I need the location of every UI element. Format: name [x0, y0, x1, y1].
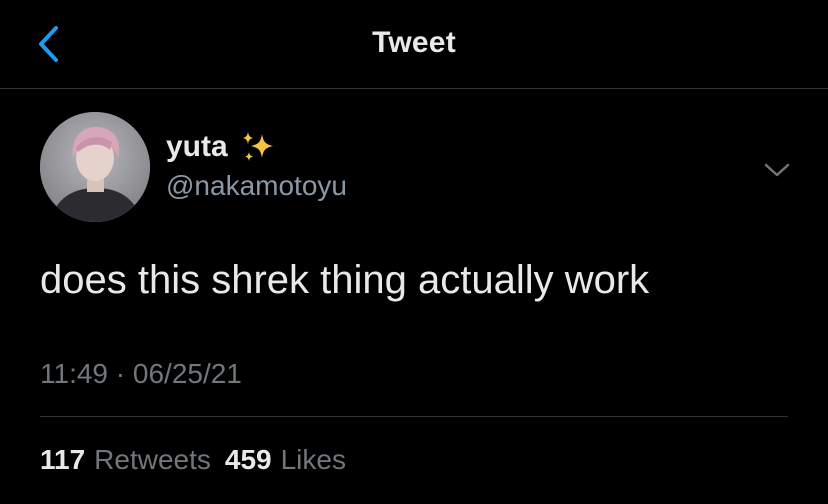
tweet-date: 06/25/21	[132, 358, 242, 389]
chevron-down-icon	[764, 163, 790, 177]
profile-photo	[40, 112, 150, 222]
tweet-body-text: does this shrek thing actually work	[40, 258, 650, 302]
more-options-button[interactable]	[757, 150, 797, 190]
avatar[interactable]	[40, 112, 150, 222]
tweet-timestamp: 11:49 · 06/25/21	[40, 358, 242, 390]
engagement-stats: 117 Retweets 459 Likes	[40, 444, 346, 476]
tweet-time: 11:49	[40, 358, 108, 389]
page-title: Tweet	[372, 26, 456, 59]
retweets-stat[interactable]: 117 Retweets	[40, 444, 211, 476]
likes-count: 459	[224, 444, 272, 475]
retweets-label: Retweets	[94, 444, 211, 475]
top-bar: Tweet	[0, 0, 828, 89]
divider	[40, 416, 788, 417]
author-name-row: yuta	[166, 128, 347, 166]
likes-label: Likes	[280, 444, 346, 475]
timestamp-separator: ·	[115, 358, 126, 389]
retweets-count: 117	[40, 444, 86, 475]
tweet-author[interactable]: yuta @nakamotoyu	[166, 128, 347, 202]
likes-stat[interactable]: 459 Likes	[225, 444, 346, 476]
sparkles-icon	[242, 132, 273, 161]
username-handle: @nakamotoyu	[166, 170, 347, 201]
display-name: yuta	[166, 130, 228, 163]
